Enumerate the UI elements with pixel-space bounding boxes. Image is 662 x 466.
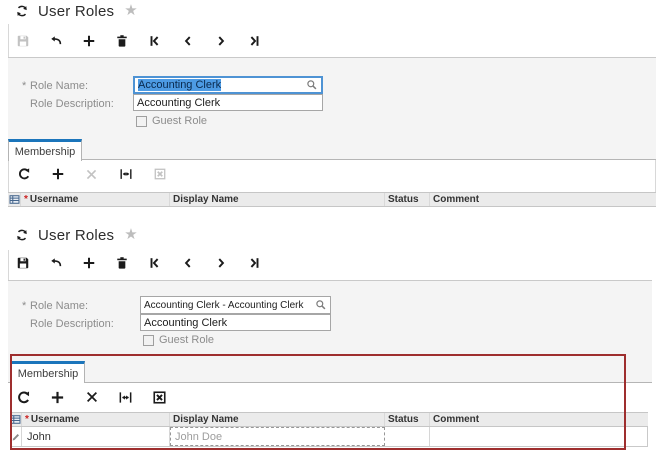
magnifier-icon[interactable] [306, 79, 318, 91]
go-next-icon[interactable] [213, 256, 228, 271]
grid-export-excel-icon[interactable] [152, 167, 167, 182]
grid-header: *Username Display Name Status Comment [10, 412, 648, 427]
pencil-icon [11, 432, 21, 442]
col-header-display-name[interactable]: Display Name [170, 193, 385, 206]
go-last-icon[interactable] [246, 256, 261, 271]
row-selector-header[interactable] [8, 193, 21, 206]
col-header-status[interactable]: Status [385, 193, 430, 206]
cell-username[interactable]: John [22, 427, 170, 446]
role-name-input[interactable]: Accounting Clerk - Accounting Clerk [140, 296, 331, 314]
role-description-input[interactable]: Accounting Clerk [140, 314, 331, 331]
favorite-star-icon[interactable]: ★ [124, 228, 137, 242]
page-title: User Roles [38, 3, 114, 20]
col-header-status[interactable]: Status [385, 413, 430, 426]
insert-icon[interactable] [81, 256, 96, 271]
grid-fit-width-icon[interactable] [118, 167, 133, 182]
col-header-username[interactable]: *Username [21, 193, 170, 206]
go-previous-icon[interactable] [180, 34, 195, 49]
delete-icon[interactable] [114, 34, 129, 49]
cell-display-name[interactable]: John Doe [170, 427, 385, 446]
grid-add-row-icon[interactable] [50, 390, 65, 405]
favorite-star-icon[interactable]: ★ [124, 4, 137, 18]
role-description-input[interactable]: Accounting Clerk [133, 94, 323, 111]
go-last-icon[interactable] [246, 34, 261, 49]
screen: User Roles ★ [0, 0, 662, 466]
go-first-icon[interactable] [147, 34, 162, 49]
refresh-icon[interactable] [15, 4, 29, 18]
tab-membership[interactable]: Membership [8, 139, 82, 161]
role-name-selected-text: Accounting Clerk [138, 79, 221, 91]
role-name-label: *Role Name: [22, 300, 88, 312]
main-toolbar [15, 255, 279, 271]
save-icon[interactable] [15, 34, 30, 49]
role-description-label: Role Description: [30, 98, 114, 110]
delete-icon[interactable] [114, 256, 129, 271]
role-description-label: Role Description: [30, 318, 114, 330]
guest-role-field: Guest Role [136, 115, 207, 127]
col-header-username[interactable]: *Username [22, 413, 170, 426]
tab-membership[interactable]: Membership [11, 361, 85, 383]
row-selector-header[interactable] [10, 413, 22, 426]
go-next-icon[interactable] [213, 34, 228, 49]
page-title-row: User Roles ★ [15, 227, 138, 243]
page-title-row: User Roles ★ [15, 3, 138, 19]
grid-fit-width-icon[interactable] [118, 390, 133, 405]
magnifier-icon[interactable] [315, 299, 327, 311]
role-name-label: *Role Name: [22, 80, 88, 92]
row-selector-cell[interactable] [10, 427, 22, 446]
grid-refresh-icon[interactable] [16, 167, 31, 182]
go-first-icon[interactable] [147, 256, 162, 271]
refresh-icon[interactable] [15, 228, 29, 242]
grid-refresh-icon[interactable] [16, 390, 31, 405]
cell-comment[interactable] [430, 427, 648, 446]
guest-role-checkbox[interactable] [143, 335, 154, 346]
guest-role-checkbox[interactable] [136, 116, 147, 127]
grid-header: *Username Display Name Status Comment [8, 192, 656, 207]
grid-export-excel-icon[interactable] [152, 390, 167, 405]
role-name-input[interactable]: Accounting Clerk [133, 76, 323, 94]
col-header-comment[interactable]: Comment [430, 413, 648, 426]
panel-before: User Roles ★ [0, 0, 662, 215]
go-previous-icon[interactable] [180, 256, 195, 271]
grid-selector-icon [10, 414, 21, 425]
main-toolbar [15, 33, 279, 49]
grid-delete-row-icon[interactable] [84, 390, 99, 405]
insert-icon[interactable] [81, 34, 96, 49]
guest-role-label: Guest Role [159, 334, 214, 346]
cell-status[interactable] [385, 427, 430, 446]
guest-role-label: Guest Role [152, 115, 207, 127]
table-row: John John Doe [10, 427, 648, 447]
grid-selector-icon [9, 194, 20, 205]
panel-after: User Roles ★ [0, 224, 662, 466]
grid-add-row-icon[interactable] [50, 167, 65, 182]
col-header-comment[interactable]: Comment [430, 193, 656, 206]
undo-icon[interactable] [48, 256, 63, 271]
undo-icon[interactable] [48, 34, 63, 49]
save-icon[interactable] [15, 256, 30, 271]
guest-role-field: Guest Role [143, 334, 214, 346]
col-header-display-name[interactable]: Display Name [170, 413, 385, 426]
page-title: User Roles [38, 227, 114, 244]
grid-toolbar [16, 388, 186, 406]
grid-delete-row-icon[interactable] [84, 167, 99, 182]
grid-toolbar [16, 166, 186, 182]
